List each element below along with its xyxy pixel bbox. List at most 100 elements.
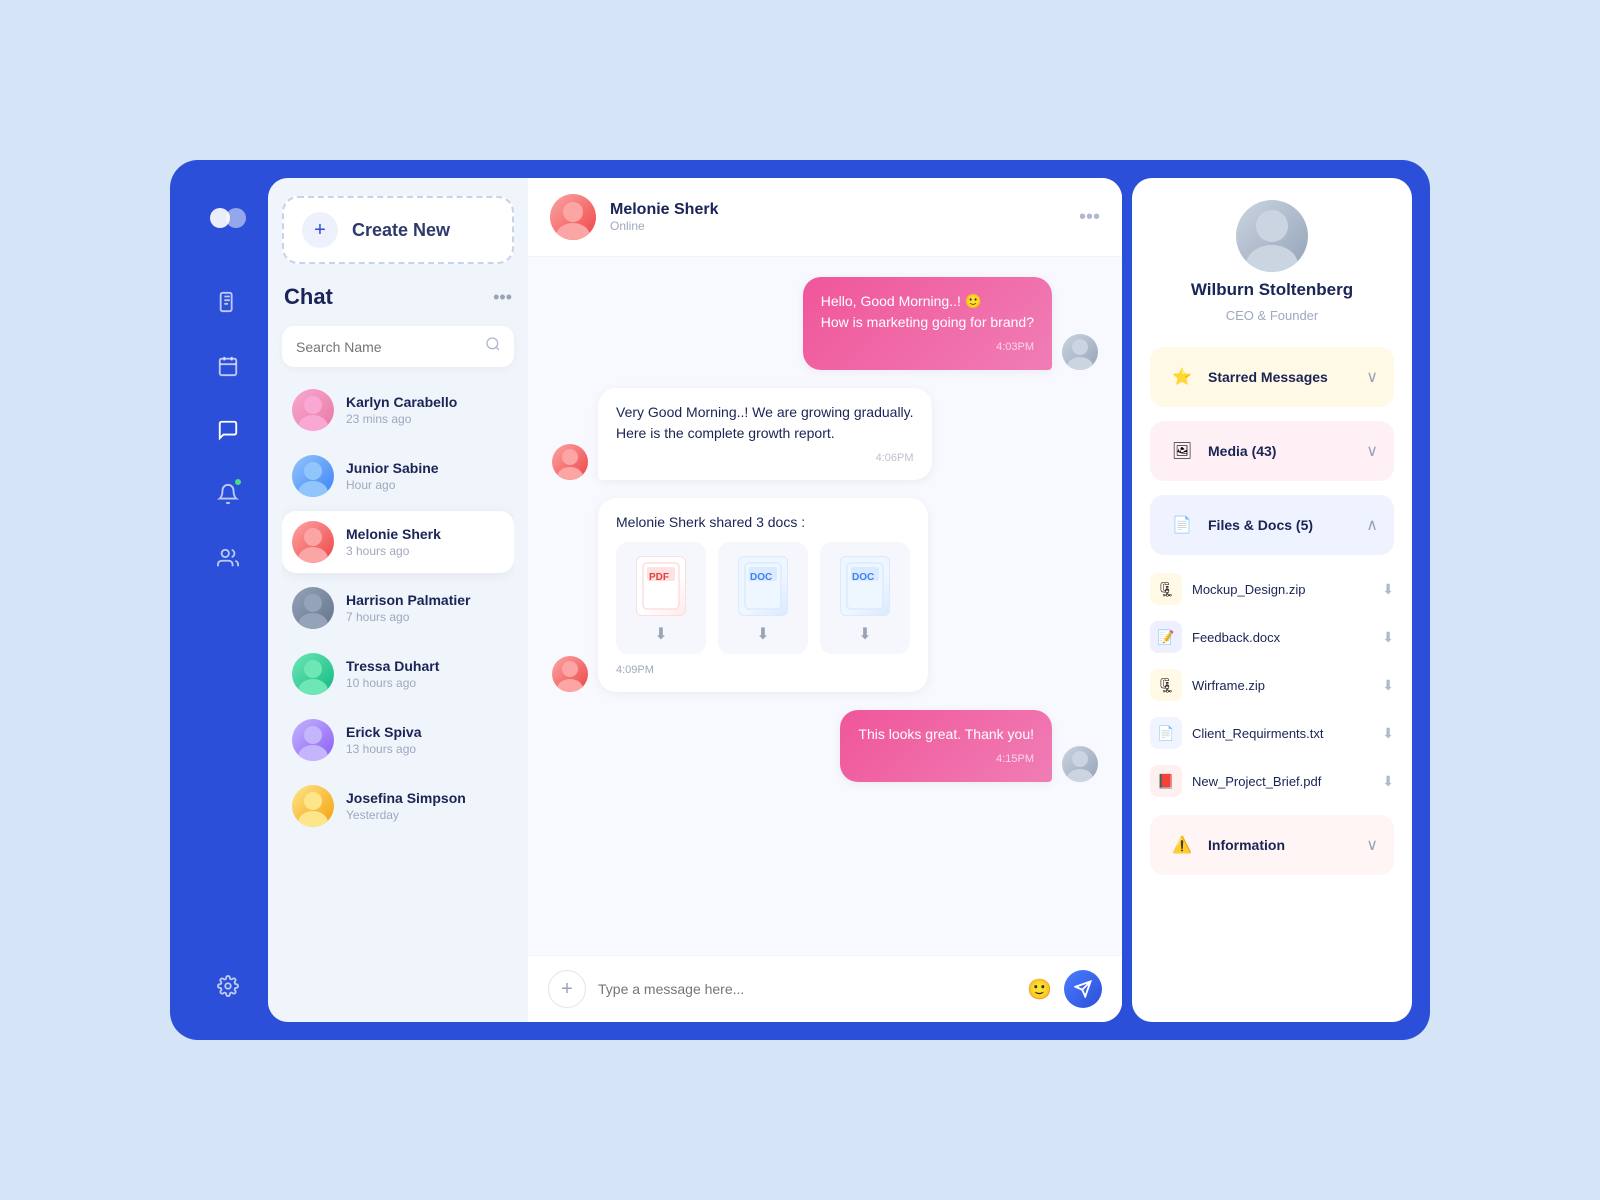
- starred-messages-icon: ⭐: [1166, 361, 1198, 393]
- doc-card-pdf: PDF ⬇: [616, 542, 706, 654]
- chat-time-junior: Hour ago: [346, 478, 504, 492]
- profile-name: Wilburn Stoltenberg: [1191, 280, 1353, 300]
- create-new-label: Create New: [352, 220, 450, 241]
- svg-text:PDF: PDF: [649, 572, 669, 583]
- file-icon-brief: 📕: [1150, 765, 1182, 797]
- shared-docs-title: Melonie Sherk shared 3 docs :: [616, 514, 910, 530]
- information-left: ⚠️ Information: [1166, 829, 1285, 861]
- bubble-sent-2: This looks great. Thank you! 4:15PM: [840, 710, 1052, 782]
- message-input-area: + 🙂: [528, 955, 1122, 1022]
- file-icon-wirframe: 🗜: [1150, 669, 1182, 701]
- svg-text:DOC: DOC: [852, 572, 874, 583]
- avatar-melonie: [292, 521, 334, 563]
- avatar-junior: [292, 455, 334, 497]
- calendar-nav-icon[interactable]: [210, 348, 246, 384]
- search-bar: [282, 326, 514, 367]
- file-download-wirframe[interactable]: ⬇: [1382, 677, 1394, 694]
- starred-messages-label: Starred Messages: [1208, 369, 1328, 385]
- file-name-brief: New_Project_Brief.pdf: [1192, 774, 1372, 789]
- chat-main: Melonie Sherk Online ••• Hello, Good Mor…: [528, 178, 1122, 1022]
- chat-topbar-avatar: [550, 194, 596, 240]
- chat-info-junior: Junior Sabine Hour ago: [346, 460, 504, 492]
- doc-download-doc2[interactable]: ⬇: [858, 624, 871, 644]
- msg-avatar-recv-1: [552, 444, 588, 480]
- chat-item-erick[interactable]: Erick Spiva 13 hours ago: [282, 709, 514, 771]
- file-download-client[interactable]: ⬇: [1382, 725, 1394, 742]
- shared-docs-time: 4:09PM: [616, 664, 910, 676]
- doc-download-doc1[interactable]: ⬇: [756, 624, 769, 644]
- svg-text:DOC: DOC: [750, 572, 772, 583]
- profile-role: CEO & Founder: [1226, 308, 1319, 323]
- chat-item-josefina[interactable]: Josefina Simpson Yesterday: [282, 775, 514, 837]
- media-card[interactable]: 🖼 Media (43) ∨: [1150, 421, 1394, 481]
- docs-grid: PDF ⬇ DOC ⬇: [616, 542, 910, 654]
- chat-time-josefina: Yesterday: [346, 808, 504, 822]
- document-nav-icon[interactable]: [210, 284, 246, 320]
- file-download-brief[interactable]: ⬇: [1382, 773, 1394, 790]
- notification-nav-icon[interactable]: [210, 476, 246, 512]
- sidebar: [188, 178, 268, 1022]
- main-area: + Create New Chat ••• Karlyn: [268, 178, 1122, 1022]
- create-new-button[interactable]: + Create New: [282, 196, 514, 264]
- files-docs-card[interactable]: 📄 Files & Docs (5) ∧: [1150, 495, 1394, 555]
- message-text-input[interactable]: [598, 981, 1015, 997]
- chat-info-josefina: Josefina Simpson Yesterday: [346, 790, 504, 822]
- chat-title: Chat: [284, 284, 333, 310]
- chat-item-melonie[interactable]: Melonie Sherk 3 hours ago: [282, 511, 514, 573]
- chat-time-tressa: 10 hours ago: [346, 676, 504, 690]
- chat-contact-info: Melonie Sherk Online: [610, 201, 718, 233]
- bubble-recv-1: Very Good Morning..! We are growing grad…: [598, 388, 932, 481]
- msg-avatar-sent-2: [1062, 746, 1098, 782]
- file-row-0: 🗜 Mockup_Design.zip ⬇: [1150, 569, 1394, 609]
- chat-item-tressa[interactable]: Tressa Duhart 10 hours ago: [282, 643, 514, 705]
- chat-item-karlyn[interactable]: Karlyn Carabello 23 mins ago: [282, 379, 514, 441]
- chat-info-tressa: Tressa Duhart 10 hours ago: [346, 658, 504, 690]
- doc-card-doc2: DOC ⬇: [820, 542, 910, 654]
- chat-name-junior: Junior Sabine: [346, 460, 504, 476]
- chat-contact-name: Melonie Sherk: [610, 201, 718, 219]
- file-download-mockup[interactable]: ⬇: [1382, 581, 1394, 598]
- create-new-icon: +: [302, 212, 338, 248]
- chat-time-harrison: 7 hours ago: [346, 610, 504, 624]
- right-panel: Wilburn Stoltenberg CEO & Founder ⭐ Star…: [1132, 178, 1412, 1022]
- file-icon-mockup: 🗜: [1150, 573, 1182, 605]
- message-row-1: Hello, Good Morning..! 🙂 How is marketin…: [552, 277, 1098, 370]
- chat-options-button[interactable]: •••: [1079, 206, 1100, 229]
- chat-list: Karlyn Carabello 23 mins ago Junior Sabi…: [282, 379, 514, 837]
- starred-messages-card[interactable]: ⭐ Starred Messages ∨: [1150, 347, 1394, 407]
- group-nav-icon[interactable]: [210, 540, 246, 576]
- chat-item-harrison[interactable]: Harrison Palmatier 7 hours ago: [282, 577, 514, 639]
- file-icon-feedback: 📝: [1150, 621, 1182, 653]
- message-row-4: This looks great. Thank you! 4:15PM: [552, 710, 1098, 782]
- files-docs-label: Files & Docs (5): [1208, 517, 1313, 533]
- files-docs-chevron: ∧: [1366, 515, 1378, 535]
- information-card[interactable]: ⚠️ Information ∨: [1150, 815, 1394, 875]
- emoji-button[interactable]: 🙂: [1027, 977, 1052, 1002]
- chat-name-harrison: Harrison Palmatier: [346, 592, 504, 608]
- avatar-erick: [292, 719, 334, 761]
- files-list: 🗜 Mockup_Design.zip ⬇ 📝 Feedback.docx ⬇ …: [1150, 569, 1394, 801]
- chat-item-junior[interactable]: Junior Sabine Hour ago: [282, 445, 514, 507]
- search-input[interactable]: [296, 339, 477, 355]
- file-name-wirframe: Wirframe.zip: [1192, 678, 1372, 693]
- file-row-4: 📕 New_Project_Brief.pdf ⬇: [1150, 761, 1394, 801]
- file-icon-client: 📄: [1150, 717, 1182, 749]
- doc-download-pdf[interactable]: ⬇: [654, 624, 667, 644]
- search-icon[interactable]: [485, 336, 501, 357]
- chat-more-icon[interactable]: •••: [493, 287, 512, 308]
- file-row-1: 📝 Feedback.docx ⬇: [1150, 617, 1394, 657]
- chat-nav-icon[interactable]: [210, 412, 246, 448]
- message-row-2: Very Good Morning..! We are growing grad…: [552, 388, 1098, 481]
- file-download-feedback[interactable]: ⬇: [1382, 629, 1394, 646]
- chat-info-erick: Erick Spiva 13 hours ago: [346, 724, 504, 756]
- chat-time-erick: 13 hours ago: [346, 742, 504, 756]
- settings-nav-icon[interactable]: [210, 968, 246, 1004]
- message-attach-button[interactable]: +: [548, 970, 586, 1008]
- send-button[interactable]: [1064, 970, 1102, 1008]
- bubble-text-2: Very Good Morning..! We are growing grad…: [616, 402, 914, 444]
- bubble-text-4: This looks great. Thank you!: [858, 724, 1034, 745]
- chat-info-karlyn: Karlyn Carabello 23 mins ago: [346, 394, 504, 426]
- messages-area: Hello, Good Morning..! 🙂 How is marketin…: [528, 257, 1122, 955]
- message-row-3: Melonie Sherk shared 3 docs : PDF ⬇: [552, 498, 1098, 692]
- starred-messages-left: ⭐ Starred Messages: [1166, 361, 1328, 393]
